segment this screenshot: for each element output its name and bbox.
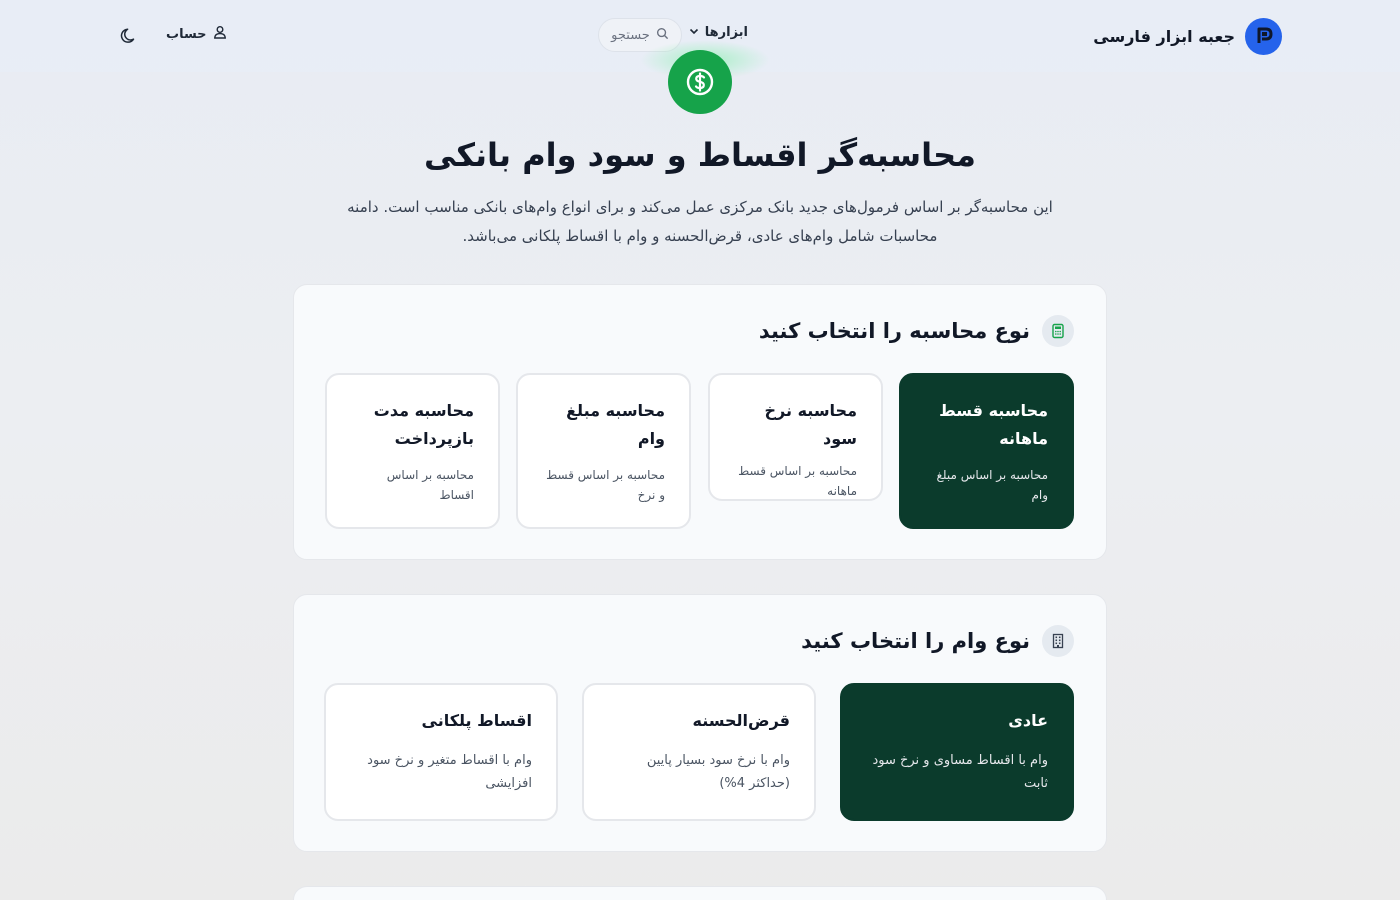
option-desc: محاسبه بر اساس قسط و نرخ <box>546 468 665 502</box>
option-title: محاسبه مبلغ وام <box>566 401 665 448</box>
chevron-down-icon <box>689 25 699 40</box>
calculator-icon <box>1042 315 1074 347</box>
loan-type-title: نوع وام را انتخاب کنید <box>801 629 1030 653</box>
p-logo-icon <box>1245 17 1282 55</box>
page-title: محاسبه‌گر اقساط و سود وام بانکی <box>424 136 976 174</box>
description-line-2: محاسبات شامل وام‌های عادی، قرض‌الحسنه و … <box>462 227 938 245</box>
brand-name: جعبه ابزار فارسی <box>1093 26 1235 46</box>
option-desc: وام با اقساط متغیر و نرخ سود افزایشی <box>367 753 532 791</box>
page-description: این محاسبه‌گر بر اساس فرمول‌های جدید بان… <box>300 193 1100 251</box>
option-desc: وام با اقساط مساوی و نرخ سود ثابت <box>872 753 1048 791</box>
account-button[interactable]: حساب <box>166 25 227 43</box>
tools-menu-button[interactable]: ابزارها <box>689 25 748 40</box>
brand[interactable]: جعبه ابزار فارسی <box>1093 17 1282 55</box>
option-title: محاسبه نرخ سود <box>764 401 857 448</box>
description-line-1: این محاسبه‌گر بر اساس فرمول‌های جدید بان… <box>347 198 1053 216</box>
dollar-coin-icon <box>668 50 732 114</box>
option-title: محاسبه مدت بازپرداخت <box>373 401 474 448</box>
option-title: عادی <box>1008 711 1048 730</box>
user-icon <box>213 25 227 43</box>
calc-type-title: نوع محاسبه را انتخاب کنید <box>758 319 1030 343</box>
tools-menu-label: ابزارها <box>704 25 748 40</box>
calc-option-loan-amount[interactable]: محاسبه مبلغ وام محاسبه بر اساس قسط و نرخ <box>516 373 691 529</box>
moon-icon <box>119 28 139 50</box>
calc-type-section: نوع محاسبه را انتخاب کنید محاسبه قسط ماه… <box>293 284 1107 560</box>
option-title: قرض‌الحسنه <box>692 711 791 730</box>
option-desc: محاسبه بر اساس قسط ماهانه <box>738 464 857 498</box>
loan-option-qarz-al-hasaneh[interactable]: قرض‌الحسنه وام با نرخ سود بسیار پایین (ح… <box>582 683 816 821</box>
option-title: اقساط پلکانی <box>421 711 532 730</box>
loan-type-section: نوع وام را انتخاب کنید عادی وام با اقساط… <box>293 594 1107 852</box>
option-title: محاسبه قسط ماهانه <box>939 401 1048 448</box>
account-label: حساب <box>166 26 207 42</box>
calc-option-interest-rate[interactable]: محاسبه نرخ سود محاسبه بر اساس قسط ماهانه <box>708 373 883 501</box>
loan-option-graduated-installments[interactable]: اقساط پلکانی وام با اقساط متغیر و نرخ سو… <box>324 683 558 821</box>
next-section-partial <box>293 886 1107 900</box>
calc-option-monthly-installment[interactable]: محاسبه قسط ماهانه محاسبه بر اساس مبلغ وا… <box>899 373 1074 529</box>
loan-option-regular[interactable]: عادی وام با اقساط مساوی و نرخ سود ثابت <box>840 683 1074 821</box>
option-desc: محاسبه بر اساس اقساط <box>386 468 474 502</box>
loan-type-header: نوع وام را انتخاب کنید <box>801 625 1074 657</box>
theme-toggle-button[interactable] <box>119 26 139 46</box>
calc-type-header: نوع محاسبه را انتخاب کنید <box>759 315 1074 347</box>
option-desc: وام با نرخ سود بسیار پایین (حداکثر 4%) <box>646 753 790 791</box>
option-desc: محاسبه بر اساس مبلغ وام <box>936 468 1048 502</box>
calc-option-repayment-period[interactable]: محاسبه مدت بازپرداخت محاسبه بر اساس اقسا… <box>325 373 500 529</box>
building-icon <box>1042 625 1074 657</box>
